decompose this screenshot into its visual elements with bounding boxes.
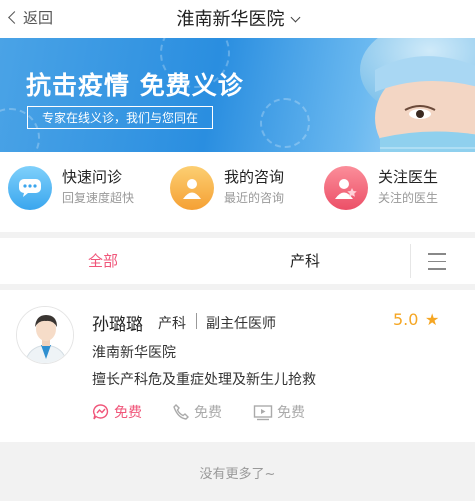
text-consult-button[interactable]: 免费 <box>92 402 142 422</box>
star-icon: ★ <box>425 310 440 329</box>
doctor-card[interactable]: 孙璐璐 产科 副主任医师 5.0 ★ 淮南新华医院 擅长产科危及重症处理及新生儿… <box>0 290 475 442</box>
video-consult-button[interactable]: 免费 <box>253 402 305 422</box>
quick-consult-button[interactable]: 快速问诊 回复速度超快 <box>8 166 134 210</box>
my-consultations-subtitle: 最近的咨询 <box>224 191 285 205</box>
text-consult-icon <box>93 404 109 420</box>
category-tabs: 全部 产科 <box>0 238 475 284</box>
doctor-department: 产科 <box>158 316 186 332</box>
top-nav-bar: 返回 淮南新华医院 <box>0 0 475 38</box>
menu-icon[interactable] <box>428 253 446 276</box>
doctor-avatar <box>16 306 74 364</box>
chevron-down-icon <box>290 12 300 23</box>
list-end-footer: 没有更多了~ <box>0 443 475 501</box>
hospital-selector[interactable]: 淮南新华医院 <box>0 5 475 31</box>
no-more-text: 没有更多了~ <box>199 467 276 482</box>
promo-banner[interactable]: 抗击疫情 免费义诊 专家在线义诊，我们与您同在 <box>0 38 475 152</box>
chat-bubble-icon <box>8 166 52 210</box>
tab-divider <box>410 244 411 278</box>
my-consultations-title: 我的咨询 <box>224 168 285 186</box>
phone-consult-icon <box>173 404 189 420</box>
doctor-specialty: 擅长产科危及重症处理及新生儿抢救 <box>92 372 316 388</box>
followed-doctors-subtitle: 关注的医生 <box>378 191 439 205</box>
banner-subline: 专家在线义诊，我们与您同在 <box>27 106 214 129</box>
page-title: 淮南新华医院 <box>176 9 285 30</box>
banner-headline: 抗击疫情 免费义诊 <box>26 71 244 100</box>
doctor-rating: 5.0 <box>393 310 419 329</box>
masked-doctor-image <box>360 38 475 152</box>
followed-doctors-title: 关注医生 <box>378 168 439 186</box>
doctor-hospital: 淮南新华医院 <box>92 345 176 361</box>
doctor-avatar-icon <box>170 166 214 210</box>
text-consult-label: 免费 <box>114 405 142 421</box>
my-consultations-button[interactable]: 我的咨询 最近的咨询 <box>170 166 284 210</box>
followed-doctors-button[interactable]: 关注医生 关注的医生 <box>324 166 438 210</box>
doctor-title: 副主任医师 <box>206 316 276 332</box>
video-consult-label: 免费 <box>277 405 305 421</box>
tab-all[interactable]: 全部 <box>88 250 118 271</box>
phone-consult-label: 免费 <box>194 405 222 421</box>
doctor-name: 孙璐璐 <box>92 315 143 335</box>
quick-actions: 快速问诊 回复速度超快 我的咨询 最近的咨询 关注医生 关注的医生 <box>0 152 475 232</box>
quick-consult-subtitle: 回复速度超快 <box>62 191 135 205</box>
followed-doctor-icon <box>324 166 368 210</box>
video-consult-icon <box>253 405 273 421</box>
quick-consult-title: 快速问诊 <box>62 168 123 186</box>
phone-consult-button[interactable]: 免费 <box>172 402 222 422</box>
tab-obstetrics[interactable]: 产科 <box>290 250 320 271</box>
title-divider <box>196 313 197 329</box>
